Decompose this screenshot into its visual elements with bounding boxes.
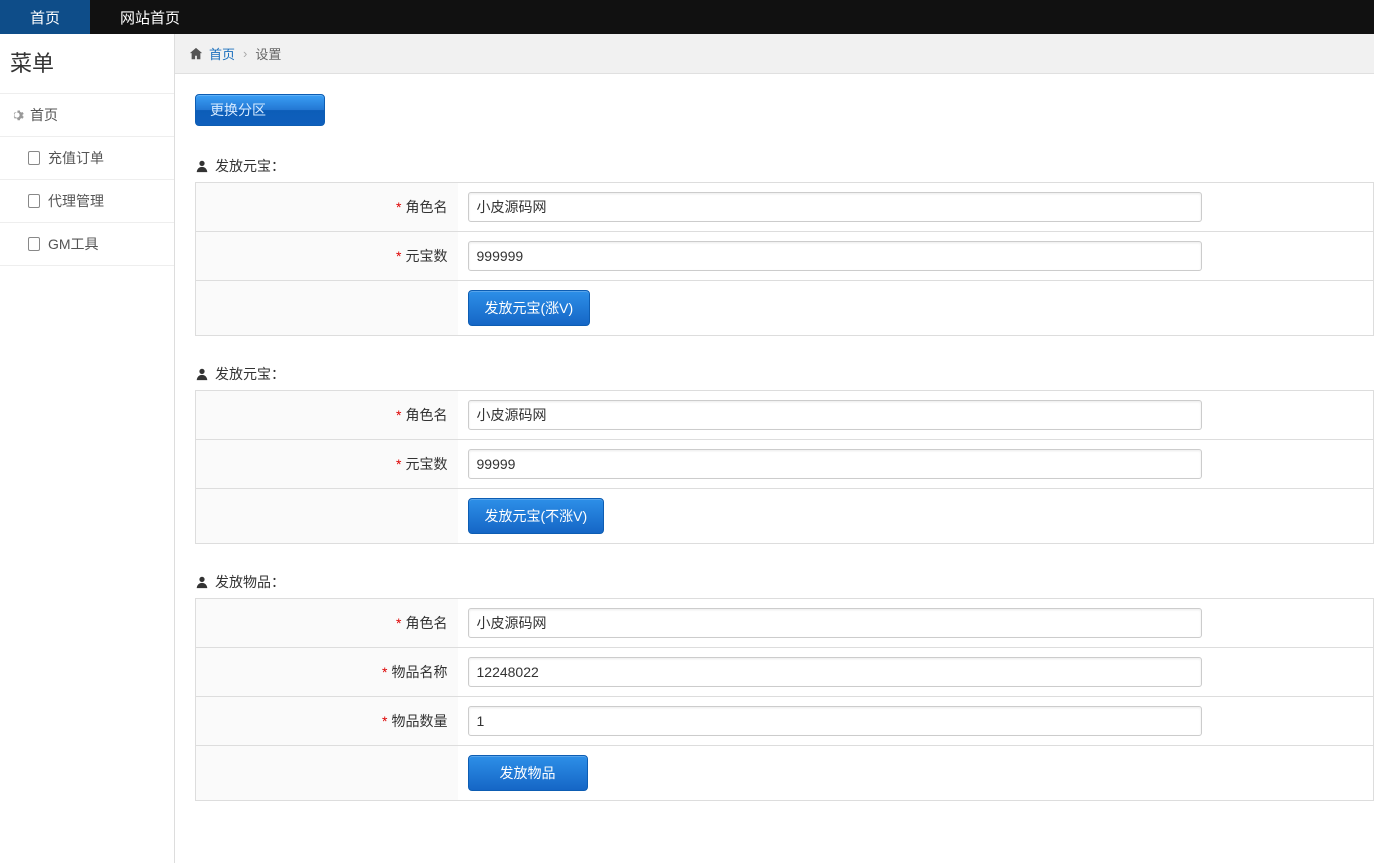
person-icon xyxy=(195,575,209,589)
section2-role-input[interactable] xyxy=(468,400,1202,430)
section1-amount-input[interactable] xyxy=(468,241,1202,271)
topbar-home[interactable]: 首页 xyxy=(0,0,90,34)
sidebar-agent-label: 代理管理 xyxy=(48,191,104,211)
section3-form: *角色名 *物品名称 *物品数量 发放物品 xyxy=(195,598,1374,801)
sidebar-item-recharge[interactable]: 充值订单 xyxy=(0,137,174,180)
section3-submit-button[interactable]: 发放物品 xyxy=(468,755,588,791)
sidebar-title: 菜单 xyxy=(0,34,174,94)
section2-role-label: 角色名 xyxy=(406,407,448,423)
sidebar-item-home[interactable]: 首页 xyxy=(0,94,174,137)
sidebar: 菜单 首页 充值订单 代理管理 GM工具 xyxy=(0,34,175,863)
breadcrumb-separator: › xyxy=(243,46,247,61)
section3-item-input[interactable] xyxy=(468,657,1202,687)
section3-role-input[interactable] xyxy=(468,608,1202,638)
sidebar-gm-label: GM工具 xyxy=(48,234,99,254)
section3-item-label: 物品名称 xyxy=(392,664,448,680)
section1-amount-label: 元宝数 xyxy=(406,248,448,264)
section3-role-label: 角色名 xyxy=(406,615,448,631)
section2-amount-label: 元宝数 xyxy=(406,456,448,472)
sidebar-recharge-label: 充值订单 xyxy=(48,148,104,168)
breadcrumb-home[interactable]: 首页 xyxy=(209,44,235,63)
section2-title: 发放元宝： xyxy=(215,364,285,384)
section2-amount-input[interactable] xyxy=(468,449,1202,479)
sidebar-home-label: 首页 xyxy=(30,105,58,125)
section2-form: *角色名 *元宝数 发放元宝(不涨V) xyxy=(195,390,1374,544)
section3-title: 发放物品： xyxy=(215,572,285,592)
topbar-site-home[interactable]: 网站首页 xyxy=(90,0,210,34)
sidebar-item-gm[interactable]: GM工具 xyxy=(0,223,174,266)
document-icon xyxy=(28,151,40,165)
section3-header: 发放物品： xyxy=(175,566,1374,598)
section1-header: 发放元宝： xyxy=(175,150,1374,182)
document-icon xyxy=(28,194,40,208)
section1-form: *角色名 *元宝数 发放元宝(涨V) xyxy=(195,182,1374,336)
main-content: 首页 › 设置 更换分区 发放元宝： *角色名 *元宝数 xyxy=(175,34,1374,863)
person-icon xyxy=(195,367,209,381)
document-icon xyxy=(28,237,40,251)
home-icon xyxy=(189,47,203,61)
section3-qty-input[interactable] xyxy=(468,706,1202,736)
section1-role-input[interactable] xyxy=(468,192,1202,222)
topbar: 首页 网站首页 xyxy=(0,0,1374,34)
sidebar-item-agent[interactable]: 代理管理 xyxy=(0,180,174,223)
section2-header: 发放元宝： xyxy=(175,358,1374,390)
section2-submit-button[interactable]: 发放元宝(不涨V) xyxy=(468,498,605,534)
person-icon xyxy=(195,159,209,173)
section1-role-label: 角色名 xyxy=(406,199,448,215)
section1-submit-button[interactable]: 发放元宝(涨V) xyxy=(468,290,591,326)
breadcrumb: 首页 › 设置 xyxy=(175,34,1374,74)
section1-title: 发放元宝： xyxy=(215,156,285,176)
change-zone-button[interactable]: 更换分区 xyxy=(195,94,325,126)
section3-qty-label: 物品数量 xyxy=(392,713,448,729)
gear-icon xyxy=(10,108,24,122)
breadcrumb-current: 设置 xyxy=(255,44,281,63)
